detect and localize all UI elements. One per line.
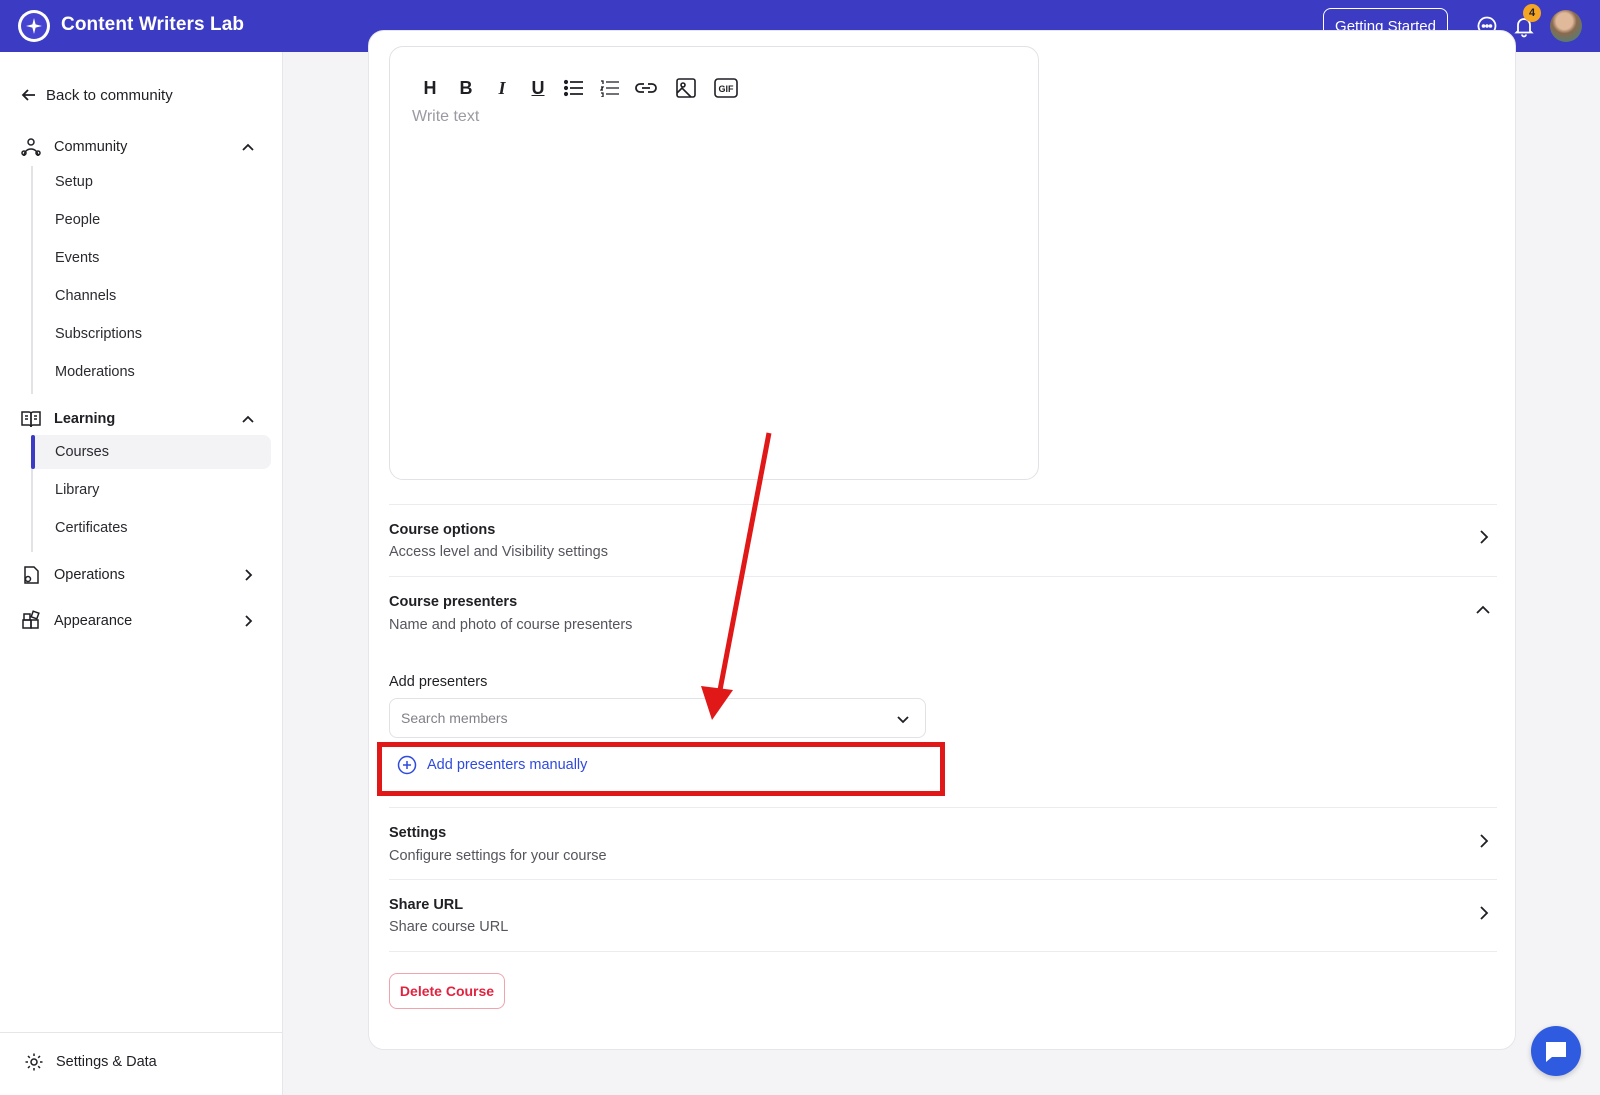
share-url-title: Share URL	[389, 897, 464, 913]
chevron-right-icon[interactable]	[1474, 832, 1492, 850]
user-avatar[interactable]	[1550, 10, 1582, 42]
appearance-label: Appearance	[54, 613, 133, 629]
chevron-right-icon	[245, 615, 253, 627]
sidebar-item-channels[interactable]: Channels	[33, 279, 271, 313]
chevron-down-icon[interactable]	[895, 711, 911, 727]
delete-course-button[interactable]: Delete Course	[389, 973, 505, 1009]
sidebar-section-community[interactable]: Community	[20, 134, 266, 160]
chevron-up-icon[interactable]	[1474, 601, 1492, 619]
settings-row[interactable]	[389, 808, 1497, 878]
course-presenters-title: Course presenters	[389, 594, 518, 610]
numbered-list-icon[interactable]	[598, 76, 622, 100]
settings-and-data-link[interactable]: Settings & Data	[24, 1052, 157, 1072]
underline-icon[interactable]: U	[526, 76, 550, 100]
editor-placeholder: Write text	[412, 108, 480, 125]
book-icon	[21, 411, 41, 428]
sidebar-section-learning[interactable]: Learning	[20, 406, 266, 432]
sidebar-section-operations[interactable]: Operations	[20, 562, 266, 588]
back-to-community-link[interactable]: Back to community	[20, 86, 173, 104]
chevron-up-icon	[242, 143, 254, 151]
search-members-input[interactable]	[401, 710, 871, 726]
course-options-row[interactable]	[389, 505, 1497, 575]
app-logo[interactable]	[18, 10, 50, 42]
sidebar-item-moderations[interactable]: Moderations	[33, 355, 271, 389]
editor-toolbar: H B I U GIF	[418, 76, 750, 100]
notification-badge: 4	[1523, 4, 1541, 22]
operations-icon	[24, 566, 39, 584]
search-members-dropdown[interactable]	[389, 698, 926, 738]
gear-icon	[25, 1053, 43, 1071]
settings-and-data-label: Settings & Data	[56, 1054, 157, 1070]
settings-title: Settings	[389, 825, 447, 841]
sidebar-item-people[interactable]: People	[33, 203, 271, 237]
course-presenters-subtitle: Name and photo of course presenters	[389, 617, 633, 633]
share-url-subtitle: Share course URL	[389, 919, 509, 935]
sidebar-item-certificates[interactable]: Certificates	[33, 511, 271, 545]
support-chat-button[interactable]	[1531, 1026, 1581, 1076]
sidebar-item-library[interactable]: Library	[33, 473, 271, 507]
gif-icon[interactable]: GIF	[714, 76, 738, 100]
chevron-right-icon[interactable]	[1474, 528, 1492, 546]
arrow-left-icon	[21, 89, 35, 101]
add-presenters-label: Add presenters	[389, 674, 488, 690]
annotation-highlight-box	[377, 742, 945, 796]
sidebar-item-events[interactable]: Events	[33, 241, 271, 275]
sidebar-item-courses[interactable]: Courses	[31, 435, 271, 469]
rich-text-editor[interactable]	[389, 46, 1039, 480]
chevron-right-icon	[245, 569, 253, 581]
course-options-title: Course options	[389, 522, 496, 538]
sidebar-section-appearance[interactable]: Appearance	[20, 608, 266, 634]
share-url-row[interactable]	[389, 880, 1497, 950]
community-icon	[21, 138, 41, 157]
link-icon[interactable]	[634, 76, 658, 100]
sidebar-item-subscriptions[interactable]: Subscriptions	[33, 317, 271, 351]
settings-subtitle: Configure settings for your course	[389, 848, 607, 864]
app-title[interactable]: Content Writers Lab	[61, 14, 244, 36]
bold-icon[interactable]: B	[454, 76, 478, 100]
appearance-icon	[22, 610, 40, 629]
chat-icon	[1546, 1042, 1566, 1062]
sidebar: Back to community Community Setup People…	[0, 52, 283, 1095]
divider	[389, 951, 1497, 952]
heading-icon[interactable]: H	[418, 76, 442, 100]
divider	[389, 576, 1497, 577]
course-options-subtitle: Access level and Visibility settings	[389, 544, 608, 560]
operations-label: Operations	[54, 567, 125, 583]
back-link-label: Back to community	[46, 86, 173, 104]
learning-label: Learning	[54, 411, 116, 427]
chevron-right-icon[interactable]	[1474, 904, 1492, 922]
chevron-up-icon	[242, 415, 254, 423]
sparkle-icon	[21, 13, 47, 39]
sidebar-item-setup[interactable]: Setup	[33, 165, 271, 199]
bullet-list-icon[interactable]	[562, 76, 586, 100]
community-label: Community	[54, 139, 128, 155]
image-icon[interactable]	[674, 76, 698, 100]
svg-text:GIF: GIF	[719, 84, 735, 94]
sidebar-divider	[0, 1032, 283, 1033]
italic-icon[interactable]: I	[490, 76, 514, 100]
